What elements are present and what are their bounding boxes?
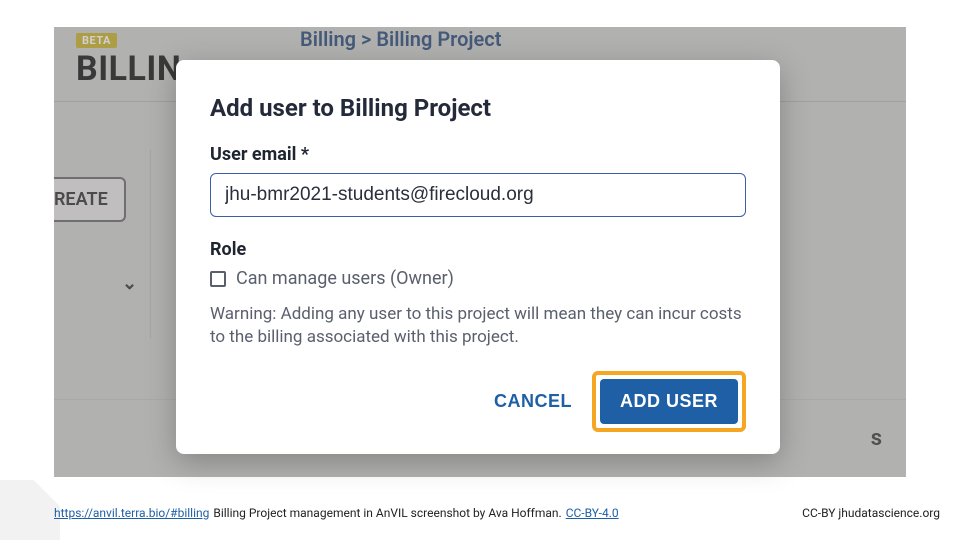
billing-heading-partial: BILLIN [76, 49, 181, 89]
add-user-button[interactable]: ADD USER [600, 379, 738, 424]
divider-vertical [150, 149, 151, 339]
can-manage-users-checkbox[interactable] [210, 271, 226, 287]
cancel-button[interactable]: CANCEL [494, 391, 572, 412]
breadcrumb: Billing > Billing Project [300, 27, 501, 51]
user-email-label: User email * [210, 144, 746, 165]
decorative-corner [0, 480, 60, 540]
add-user-modal: Add user to Billing Project User email *… [176, 60, 780, 454]
attribution-right: CC-BY jhudatascience.org [802, 506, 940, 520]
caption-text: Billing Project management in AnVIL scre… [213, 506, 561, 520]
source-url-link[interactable]: https://anvil.terra.bio/#billing [54, 506, 209, 520]
modal-actions: CANCEL ADD USER [210, 371, 746, 432]
modal-title: Add user to Billing Project [210, 94, 746, 122]
caption-footer: https://anvil.terra.bio/#billing Billing… [54, 506, 940, 520]
user-email-input[interactable] [210, 173, 746, 217]
beta-badge: BETA [76, 33, 117, 48]
license-link[interactable]: CC-BY-4.0 [566, 506, 619, 520]
create-button-partial[interactable]: REATE [54, 177, 126, 222]
members-label-partial: s [871, 426, 882, 451]
warning-text: Warning: Adding any user to this project… [210, 303, 746, 349]
role-label: Role [210, 239, 746, 260]
can-manage-users-label: Can manage users (Owner) [236, 268, 454, 289]
chevron-down-icon[interactable]: ⌄ [122, 273, 137, 294]
highlight-annotation: ADD USER [592, 371, 746, 432]
